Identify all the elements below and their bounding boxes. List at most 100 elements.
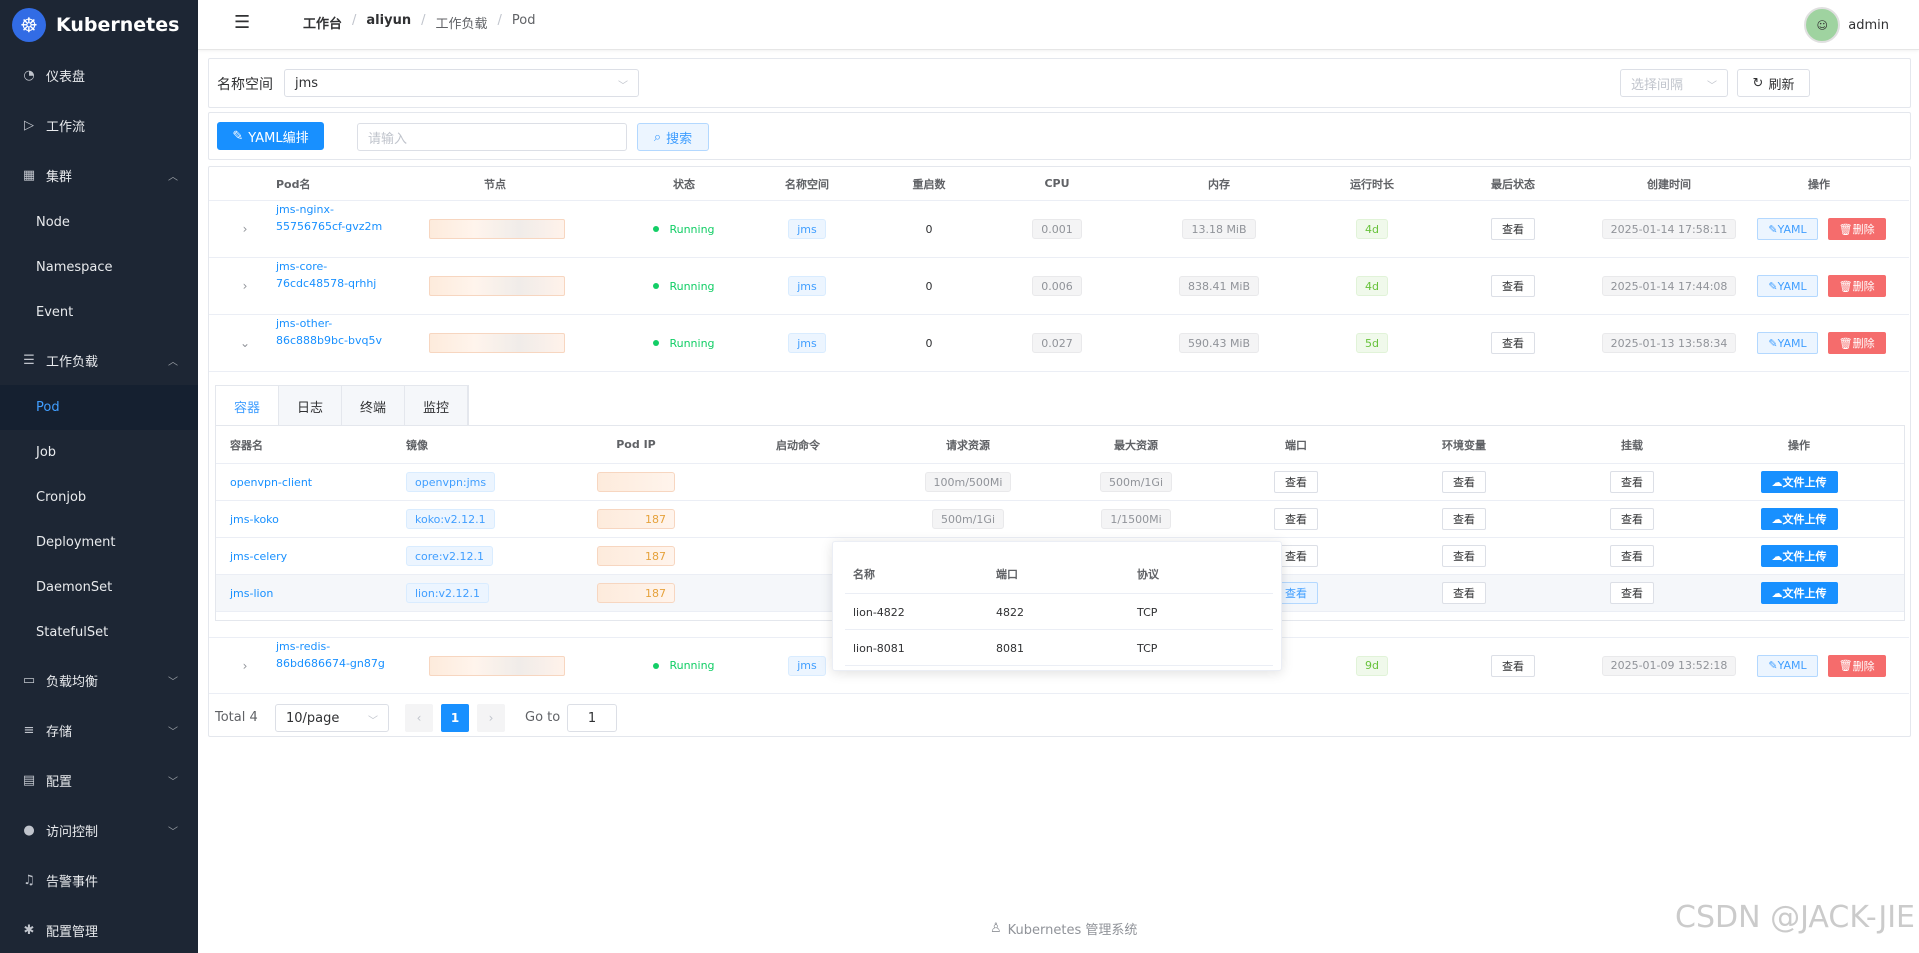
sidebar-item-label: 访问控制 [46,824,99,840]
sidebar: ☸ Kubernetes ◔ 仪表盘 ▷ 工作流 ▦ 集群 ︿ Node Namespa… [0,0,198,953]
limit-tag: 1/1500Mi [1101,509,1171,529]
yaml-button[interactable]: ✎ YAML [1757,275,1818,297]
pod-name-link[interactable]: jms-nginx- 55756765cf-gvz2m [276,201,416,257]
view-mounts-button[interactable]: 查看 [1610,508,1654,530]
yaml-button[interactable]: ✎ YAML [1757,332,1818,354]
col-created: 创建时间 [1647,177,1691,191]
upload-button[interactable]: ☁ 文件上传 [1760,545,1838,567]
delete-button[interactable]: 🗑 删除 [1827,275,1886,297]
redacted-ip [597,472,675,492]
sidebar-item-cronjob[interactable]: Cronjob [0,475,198,520]
chevron-right-icon[interactable]: › [235,638,255,693]
sidebar-item-cluster[interactable]: ▦ 集群 ︿ [0,150,198,200]
cpu-cell: 0.006 [1017,258,1097,314]
sidebar-item-storage[interactable]: ≡ 存储 ﹀ [0,705,198,755]
sidebar-item-config[interactable]: ▤ 配置 ﹀ [0,755,198,805]
upload-button[interactable]: ☁ 文件上传 [1760,471,1838,493]
menu-toggle-icon[interactable]: ☰ [234,12,250,33]
sidebar-item-config-mgmt[interactable]: ✱ 配置管理 [0,905,198,953]
sidebar-item-node[interactable]: Node [0,200,198,245]
tab-monitor[interactable]: 监控 [405,386,468,426]
search-button[interactable]: ⌕ 搜索 [637,123,709,151]
sidebar-item-namespace[interactable]: Namespace [0,245,198,290]
view-env-button[interactable]: 查看 [1442,545,1486,567]
cloud-upload-icon: ☁ [1771,586,1783,600]
interval-select[interactable]: 选择间隔 ﹀ [1620,69,1728,97]
yaml-button[interactable]: ✎ YAML [1757,654,1818,677]
delete-label: 删除 [1852,659,1875,673]
view-button[interactable]: 查看 [1491,275,1535,297]
container-name[interactable]: jms-lion [230,575,370,611]
namespace-select[interactable]: jms ﹀ [284,69,639,97]
view-mounts-button[interactable]: 查看 [1610,471,1654,493]
actions-cell: ✎ YAML 🗑 删除 [1749,315,1894,371]
upload-button[interactable]: ☁ 文件上传 [1760,508,1838,530]
view-button[interactable]: 查看 [1491,332,1535,354]
view-env-button[interactable]: 查看 [1442,508,1486,530]
view-ports-button[interactable]: 查看 [1274,471,1318,493]
view-mounts-button[interactable]: 查看 [1610,582,1654,604]
sidebar-item-pod[interactable]: Pod [0,385,198,430]
page-size-select[interactable]: 10/page ﹀ [275,704,389,732]
view-mounts-button[interactable]: 查看 [1610,545,1654,567]
breadcrumb-home[interactable]: 工作台 [303,13,342,32]
upload-cell: ☁ 文件上传 [1749,575,1849,611]
yaml-edit-button[interactable]: ✎ YAML编排 [217,122,324,150]
chevron-down-icon: ﹀ [168,676,178,688]
tab-logs[interactable]: 日志 [279,386,342,426]
breadcrumb-cluster[interactable]: aliyun [366,13,411,32]
yaml-button[interactable]: ✎ YAML [1757,218,1818,240]
sidebar-item-job[interactable]: Job [0,430,198,475]
pod-name-link[interactable]: jms-core- 76cdc48578-qrhhj [276,258,416,314]
refresh-button[interactable]: ↻ 刷新 [1737,69,1810,97]
chevron-down-icon[interactable]: ⌄ [235,315,255,371]
tab-terminal[interactable]: 终端 [342,386,405,426]
actions-cell: ✎ YAML 🗑 删除 [1749,638,1894,693]
sidebar-item-deployment[interactable]: Deployment [0,520,198,565]
view-ports-button[interactable]: 查看 [1274,508,1318,530]
goto-input[interactable]: 1 [567,704,617,732]
image-cell: core:v2.12.1 [406,538,546,574]
prev-page-button[interactable]: ‹ [405,704,433,732]
view-button[interactable]: 查看 [1491,654,1535,677]
sidebar-item-event[interactable]: Event [0,290,198,335]
view-button[interactable]: 查看 [1491,218,1535,240]
sidebar-item-workflow[interactable]: ▷ 工作流 [0,100,198,150]
popover-header: 名称 端口 协议 [845,548,1273,594]
container-name[interactable]: openvpn-client [230,464,370,500]
chevron-right-icon[interactable]: › [235,258,255,314]
delete-button[interactable]: 🗑 删除 [1827,332,1886,354]
namespace-cell: jms [757,315,857,371]
sidebar-item-workload[interactable]: ☰ 工作负载 ︿ [0,335,198,385]
age-cell: 4d [1322,258,1422,314]
delete-button[interactable]: 🗑 删除 [1827,218,1886,240]
pod-name-link[interactable]: jms-other- 86c888b9bc-bvq5v [276,315,416,371]
search-input[interactable]: 请输入 [357,123,627,151]
play-circle-icon: ▷ [24,117,34,133]
pod-name-link[interactable]: jms-redis- 86bd686674-gn87g [276,638,416,693]
delete-button[interactable]: 🗑 删除 [1827,654,1886,677]
pod-name-part: jms-core- [276,260,328,273]
chevron-down-icon: ﹀ [618,81,628,92]
container-name[interactable]: jms-celery [230,538,370,574]
breadcrumb-workload[interactable]: 工作负载 [435,13,487,32]
logo[interactable]: ☸ Kubernetes [0,0,198,50]
tab-containers[interactable]: 容器 [216,386,279,426]
container-name[interactable]: jms-koko [230,501,370,537]
age-tag: 9d [1356,655,1388,676]
sidebar-item-dashboard[interactable]: ◔ 仪表盘 [0,50,198,100]
view-env-button[interactable]: 查看 [1442,582,1486,604]
sidebar-item-alert[interactable]: ♫ 告警事件 [0,855,198,905]
watermark: CSDN @JACK-JIE [1675,900,1915,935]
yaml-label: YAML [1777,222,1807,236]
sidebar-item-statefulset[interactable]: StatefulSet [0,610,198,655]
user-menu[interactable]: ☺ admin [1804,7,1889,43]
view-env-button[interactable]: 查看 [1442,471,1486,493]
sidebar-item-daemonset[interactable]: DaemonSet [0,565,198,610]
chevron-right-icon[interactable]: › [235,201,255,257]
page-1-button[interactable]: 1 [441,704,469,732]
sidebar-item-access[interactable]: ● 访问控制 ﹀ [0,805,198,855]
upload-button[interactable]: ☁ 文件上传 [1760,582,1838,604]
next-page-button[interactable]: › [477,704,505,732]
sidebar-item-loadbalance[interactable]: ▭ 负载均衡 ﹀ [0,655,198,705]
